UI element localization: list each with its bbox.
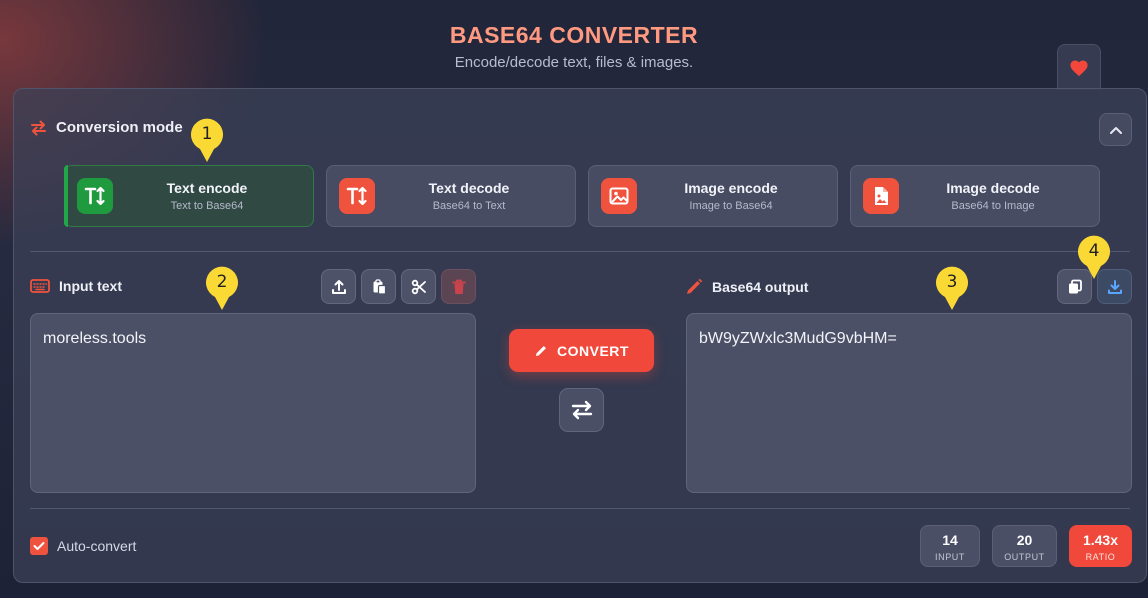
upload-icon [331,279,346,294]
checkmark-icon [33,542,45,550]
mode-name: Text encode [166,180,248,196]
input-label: Input text [59,278,122,294]
swap-arrows-icon [31,120,46,135]
divider [30,508,1130,509]
marker-number: 1 [201,124,213,144]
output-label: Base64 output [712,279,809,295]
auto-convert-toggle[interactable]: Auto-convert [30,537,136,555]
app-header: BASE64 CONVERTER Encode/decode text, fil… [0,0,1148,71]
chevron-up-icon [1109,126,1122,134]
heart-icon [1070,59,1088,76]
page-title: BASE64 CONVERTER [449,22,699,48]
page-subtitle: Encode/decode text, files & images. [454,54,694,71]
convert-label: CONVERT [557,342,629,359]
pencil-icon [687,278,703,294]
mode-text-decode[interactable]: Text decode Base64 to Text [326,165,576,227]
annotation-marker-1: 1 [189,116,225,164]
convert-button[interactable]: CONVERT [509,329,654,372]
stat-label: RATIO [1085,552,1116,562]
input-section-header: Input text [30,278,122,294]
text-decode-icon [339,178,375,214]
stat-value: 20 [1016,532,1033,548]
divider [30,251,1130,252]
mode-selector: Text encode Text to Base64 Text decode B… [64,165,1100,227]
mode-desc: Base64 to Image [951,200,1035,212]
upload-button[interactable] [321,269,356,304]
ratio-stat: 1.43x RATIO [1069,525,1132,567]
pencil-icon [536,345,547,356]
marker-number: 4 [1088,241,1100,261]
keyboard-icon [30,279,50,293]
input-count-stat: 14 INPUT [920,525,980,567]
stat-value: 1.43x [1082,532,1119,548]
mode-desc: Base64 to Text [432,200,506,212]
output-section-header: Base64 output [685,278,808,296]
mode-desc: Text to Base64 [170,200,244,212]
mode-name: Image decode [946,180,1040,196]
stat-label: INPUT [935,552,965,562]
mode-image-decode[interactable]: Image decode Base64 to Image [850,165,1100,227]
collapse-button[interactable] [1099,113,1132,146]
mode-image-encode[interactable]: Image encode Image to Base64 [588,165,838,227]
stat-value: 14 [942,532,958,548]
mode-name: Image encode [684,180,778,196]
scissors-icon [411,279,426,294]
marker-number: 3 [946,272,958,292]
favorite-button[interactable] [1057,44,1101,90]
image-icon [601,178,637,214]
swap-arrows-icon [571,400,592,420]
annotation-marker-4: 4 [1076,233,1112,281]
paste-button[interactable] [361,269,396,304]
cut-button[interactable] [401,269,436,304]
auto-convert-label: Auto-convert [57,538,137,554]
image-file-icon [863,178,899,214]
annotation-marker-2: 2 [204,264,240,312]
mode-text-encode[interactable]: Text encode Text to Base64 [64,165,314,227]
mode-desc: Image to Base64 [689,200,773,212]
conversion-mode-label: Conversion mode [56,119,183,136]
marker-number: 2 [216,272,228,292]
output-count-stat: 20 OUTPUT [992,525,1057,567]
clear-button[interactable] [441,269,476,304]
paste-icon [373,278,386,295]
output-textarea[interactable]: bW9yZWxlc3MudG9vbHM= [686,313,1132,493]
swap-button[interactable] [559,388,604,432]
trash-icon [451,279,466,294]
auto-convert-checkbox[interactable] [30,537,48,555]
text-encode-icon [77,178,113,214]
annotation-marker-3: 3 [934,264,970,312]
conversion-mode-header: Conversion mode [30,119,183,136]
converter-panel: Conversion mode Text encode Text to Base… [13,88,1147,583]
mode-name: Text decode [428,180,510,196]
stat-label: OUTPUT [1004,552,1045,562]
input-textarea[interactable]: moreless.tools [30,313,476,493]
